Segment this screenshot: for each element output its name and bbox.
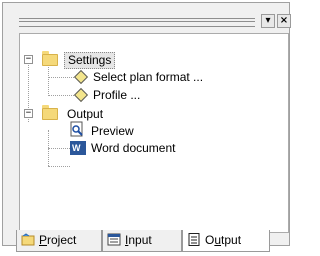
tab-label: Output xyxy=(205,233,242,247)
tree-node-select-plan-format[interactable]: Select plan format ... xyxy=(90,68,206,86)
tree-panel: ▾ × − Settings Select plan format ... Pr… xyxy=(2,2,291,246)
tab-input[interactable]: Input xyxy=(102,230,182,252)
tab-project[interactable]: Project xyxy=(16,230,102,252)
dropdown-arrow-icon[interactable]: ▾ xyxy=(261,14,275,28)
tree-node-label: Preview xyxy=(91,124,134,138)
word-icon: W xyxy=(70,141,86,155)
tab-output[interactable]: Output xyxy=(182,230,270,252)
tab-label: Input xyxy=(125,233,152,247)
diamond-icon xyxy=(73,87,89,103)
tree-node-word-document[interactable]: Word document xyxy=(88,139,179,157)
tree-node-label: Word document xyxy=(91,141,176,155)
collapse-toggle-icon[interactable]: − xyxy=(24,55,33,64)
tree-node-label: Settings xyxy=(64,52,116,69)
panel-titlebar[interactable]: ▾ × xyxy=(19,13,291,31)
panel-tabs: Project Input Output xyxy=(16,230,288,256)
tree-connector xyxy=(48,77,74,78)
close-icon[interactable]: × xyxy=(277,14,291,28)
tree-node-profile[interactable]: Profile ... xyxy=(90,86,143,104)
output-icon xyxy=(188,233,200,246)
tree-view[interactable]: − Settings Select plan format ... Profil… xyxy=(19,33,289,233)
tree-connector xyxy=(48,166,70,167)
panel-grip[interactable] xyxy=(19,18,255,27)
print-preview-icon xyxy=(70,121,83,137)
diamond-icon xyxy=(73,69,89,85)
tree-node-label: Select plan format ... xyxy=(93,70,204,84)
folder-icon xyxy=(42,51,58,66)
tree-node-label: Profile ... xyxy=(93,88,141,102)
collapse-toggle-icon[interactable]: − xyxy=(24,109,33,118)
folder-icon xyxy=(42,105,58,120)
tree-connector xyxy=(48,95,74,96)
tab-label: Project xyxy=(39,233,77,247)
input-icon xyxy=(107,233,121,246)
project-icon xyxy=(21,233,35,246)
tree-node-settings[interactable]: Settings xyxy=(64,51,116,69)
tree-connector xyxy=(48,148,70,149)
tree-node-preview[interactable]: Preview xyxy=(88,122,137,140)
